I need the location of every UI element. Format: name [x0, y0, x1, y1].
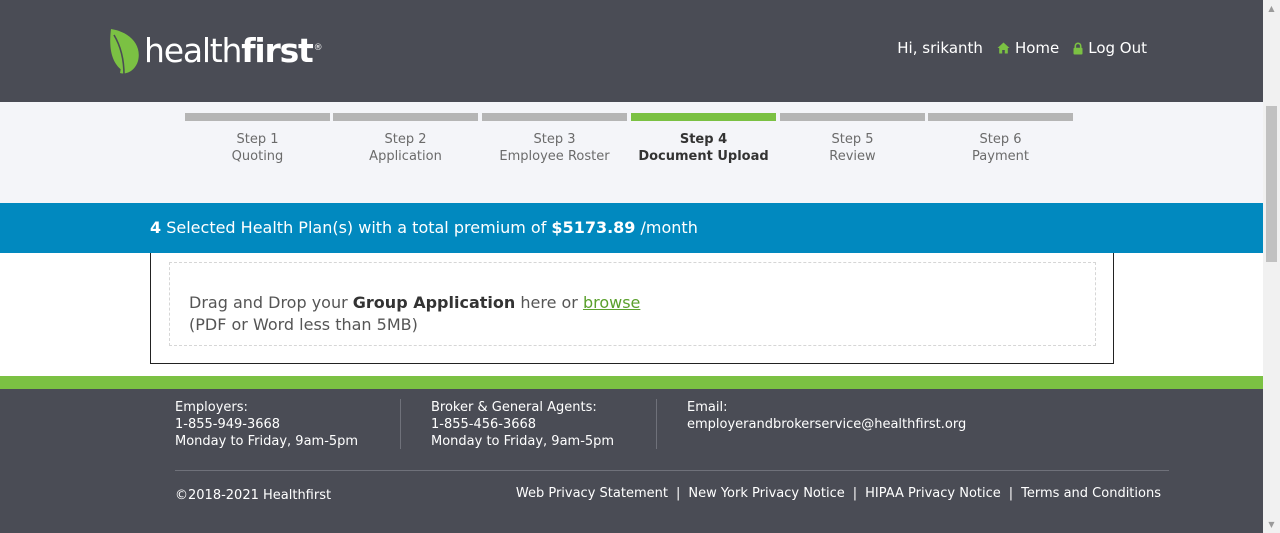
- link-separator: |: [852, 486, 858, 501]
- premium-text: Selected Health Plan(s) with a total pre…: [161, 218, 552, 237]
- step-3: Step 3 Employee Roster: [482, 113, 627, 165]
- logout-link[interactable]: Log Out: [1073, 39, 1147, 57]
- link-separator: |: [675, 486, 681, 501]
- footer-employers: Employers: 1-855-949-3668 Monday to Frid…: [175, 399, 358, 450]
- step-3-number: Step 3: [533, 132, 576, 147]
- web-privacy-link[interactable]: Web Privacy Statement: [516, 486, 668, 501]
- browse-link[interactable]: browse: [583, 293, 640, 312]
- footer-email: Email: employerandbrokerservice@healthfi…: [687, 399, 966, 433]
- page-scrollbar[interactable]: ▲ ▼: [1263, 0, 1280, 533]
- user-greeting: Hi, srikanth: [897, 39, 983, 57]
- step-1-number: Step 1: [236, 132, 279, 147]
- step-2-label: Application: [369, 149, 442, 164]
- terms-link[interactable]: Terms and Conditions: [1021, 486, 1161, 501]
- footer-accent-bar: [0, 376, 1263, 389]
- step-1: Step 1 Quoting: [185, 113, 330, 165]
- site-footer: Employers: 1-855-949-3668 Monday to Frid…: [0, 389, 1263, 533]
- header-nav: Hi, srikanth Home Log Out: [897, 39, 1147, 57]
- footer-divider: [656, 399, 657, 449]
- site-header: healthfirst® Hi, srikanth Home Log Out: [0, 0, 1263, 102]
- step-5-label: Review: [829, 149, 876, 164]
- home-link-label: Home: [1014, 39, 1060, 57]
- step-6-label: Payment: [972, 149, 1029, 164]
- step-2-bar: [333, 113, 478, 121]
- email-title: Email:: [687, 400, 728, 415]
- copyright: ©2018-2021 Healthfirst: [175, 488, 332, 503]
- footer-links: Web Privacy Statement | New York Privacy…: [516, 486, 1161, 501]
- step-5: Step 5 Review: [780, 113, 925, 165]
- step-6: Step 6 Payment: [928, 113, 1073, 165]
- file-requirements: (PDF or Word less than 5MB): [189, 315, 418, 334]
- step-2-number: Step 2: [384, 132, 427, 147]
- scrollbar-thumb[interactable]: [1266, 106, 1277, 262]
- scroll-down-icon[interactable]: ▼: [1263, 516, 1280, 533]
- ny-privacy-link[interactable]: New York Privacy Notice: [688, 486, 844, 501]
- employers-title: Employers:: [175, 400, 248, 415]
- step-1-label: Quoting: [231, 149, 284, 164]
- scroll-up-icon[interactable]: ▲: [1263, 0, 1280, 17]
- step-progress: Step 1 Quoting Step 2 Application Step 3…: [0, 102, 1263, 203]
- footer-rule: [175, 470, 1169, 471]
- employers-phone[interactable]: 1-855-949-3668: [175, 416, 358, 433]
- brokers-phone[interactable]: 1-855-456-3668: [431, 416, 614, 433]
- step-1-bar: [185, 113, 330, 121]
- footer-brokers: Broker & General Agents: 1-855-456-3668 …: [431, 399, 614, 450]
- upload-panel: Drag and Drop your Group Application her…: [150, 253, 1114, 364]
- brokers-title: Broker & General Agents:: [431, 400, 597, 415]
- step-3-bar: [482, 113, 627, 121]
- lock-icon: [1073, 42, 1083, 54]
- step-6-number: Step 6: [979, 132, 1022, 147]
- step-5-number: Step 5: [831, 132, 874, 147]
- email-address[interactable]: employerandbrokerservice@healthfirst.org: [687, 416, 966, 433]
- file-dropzone[interactable]: Drag and Drop your Group Application her…: [169, 262, 1096, 346]
- healthfirst-logo[interactable]: healthfirst®: [108, 27, 323, 77]
- step-4-number: Step 4: [679, 132, 728, 147]
- footer-divider: [400, 399, 401, 449]
- home-link[interactable]: Home: [997, 39, 1059, 57]
- premium-suffix: /month: [635, 218, 698, 237]
- employers-hours: Monday to Friday, 9am-5pm: [175, 434, 359, 449]
- page: healthfirst® Hi, srikanth Home Log Out S…: [0, 0, 1263, 533]
- step-4-label: Document Upload: [638, 149, 769, 164]
- step-5-bar: [780, 113, 925, 121]
- premium-amount: $5173.89: [551, 218, 636, 237]
- link-separator: |: [1008, 486, 1014, 501]
- plan-count: 4: [150, 218, 162, 237]
- document-type: Group Application: [352, 293, 516, 312]
- step-2: Step 2 Application: [333, 113, 478, 165]
- leaf-icon: [110, 29, 139, 76]
- step-4: Step 4 Document Upload: [631, 113, 776, 165]
- logout-link-label: Log Out: [1088, 39, 1147, 57]
- brokers-hours: Monday to Friday, 9am-5pm: [431, 434, 615, 449]
- premium-banner: 4 Selected Health Plan(s) with a total p…: [0, 203, 1263, 253]
- dropzone-instructions: Drag and Drop your Group Application her…: [189, 293, 641, 312]
- home-icon: [997, 42, 1010, 54]
- step-6-bar: [928, 113, 1073, 121]
- step-3-label: Employee Roster: [499, 149, 610, 164]
- logo-wordmark: healthfirst®: [144, 30, 323, 70]
- premium-summary: 4 Selected Health Plan(s) with a total p…: [150, 218, 698, 237]
- hipaa-privacy-link[interactable]: HIPAA Privacy Notice: [865, 486, 1001, 501]
- step-4-bar: [631, 113, 776, 121]
